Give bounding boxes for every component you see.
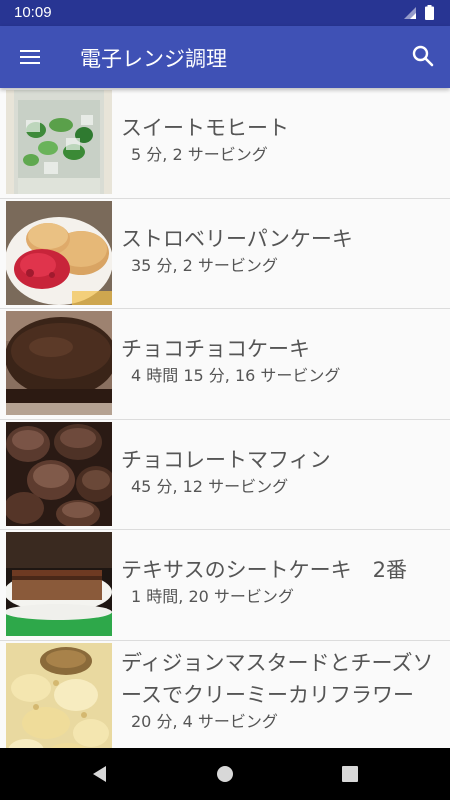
recipe-row-muffin[interactable]: チョコレートマフィン 45 分, 12 サービング — [0, 420, 450, 530]
app-bar: 電子レンジ調理 — [0, 26, 450, 88]
recipe-text: ストロベリーパンケーキ 35 分, 2 サービング — [121, 223, 442, 277]
app-title: 電子レンジ調理 — [80, 47, 227, 71]
mojito-drink-photo — [6, 90, 112, 194]
chocolate-cake-photo — [6, 311, 112, 415]
recipe-text: チョコチョコケーキ 4 時間 15 分, 16 サービング — [121, 333, 442, 387]
recipe-row-pancake[interactable]: ストロベリーパンケーキ 35 分, 2 サービング — [0, 199, 450, 309]
recipe-title: チョコレートマフィン — [121, 447, 331, 472]
recipe-row-cauliflower[interactable]: ディジョンマスタードとチーズソースでクリーミーカリフラワー 20 分, 4 サー… — [0, 641, 450, 748]
recipe-text: ディジョンマスタードとチーズソースでクリーミーカリフラワー 20 分, 4 サー… — [121, 647, 442, 733]
status-icons — [403, 5, 434, 20]
recipe-title: テキサスのシートケーキ 2番 — [121, 558, 407, 582]
home-circle-icon[interactable] — [213, 762, 237, 786]
recipe-meta: 5 分, 2 サービング — [131, 145, 268, 164]
texas-sheet-cake-photo — [6, 532, 112, 636]
recipe-meta: 20 分, 4 サービング — [131, 711, 278, 731]
recipe-title: ストロベリーパンケーキ — [121, 226, 353, 251]
recipe-meta: 45 分, 12 サービング — [131, 476, 289, 496]
recipe-row-choco-cake[interactable]: チョコチョコケーキ 4 時間 15 分, 16 サービング — [0, 309, 450, 420]
recipe-meta: 1 時間, 20 サービング — [131, 587, 294, 606]
search-icon[interactable] — [410, 43, 436, 69]
chocolate-muffin-photo — [6, 421, 112, 526]
recipe-title: スイートモヒート — [121, 116, 289, 140]
recipe-title: チョコチョコケーキ — [121, 337, 310, 361]
recipe-row-sheet-cake[interactable]: テキサスのシートケーキ 2番 1 時間, 20 サービング — [0, 530, 450, 641]
hamburger-menu-icon[interactable] — [18, 45, 42, 69]
navigation-bar — [0, 748, 450, 800]
battery-icon — [425, 5, 434, 20]
status-time: 10:09 — [14, 4, 52, 21]
creamy-cauliflower-photo — [6, 642, 112, 748]
recipe-list[interactable]: スイートモヒート 5 分, 2 サービング ストロベリーパンケーキ 35 分, … — [0, 88, 450, 748]
strawberry-pancake-photo — [6, 200, 112, 305]
recipe-row-mojito[interactable]: スイートモヒート 5 分, 2 サービング — [0, 88, 450, 199]
signal-icon — [404, 6, 416, 19]
recipe-text: テキサスのシートケーキ 2番 1 時間, 20 サービング — [121, 554, 442, 608]
recipe-text: チョコレートマフィン 45 分, 12 サービング — [121, 444, 442, 498]
recipe-meta: 4 時間 15 分, 16 サービング — [131, 366, 341, 385]
status-bar: 10:09 — [0, 0, 450, 26]
recents-square-icon[interactable] — [338, 762, 362, 786]
recipe-meta: 35 分, 2 サービング — [131, 255, 278, 275]
back-triangle-icon[interactable] — [88, 762, 112, 786]
recipe-title: ディジョンマスタードとチーズソースでクリーミーカリフラワー — [121, 650, 434, 707]
recipe-text: スイートモヒート 5 分, 2 サービング — [121, 112, 442, 166]
